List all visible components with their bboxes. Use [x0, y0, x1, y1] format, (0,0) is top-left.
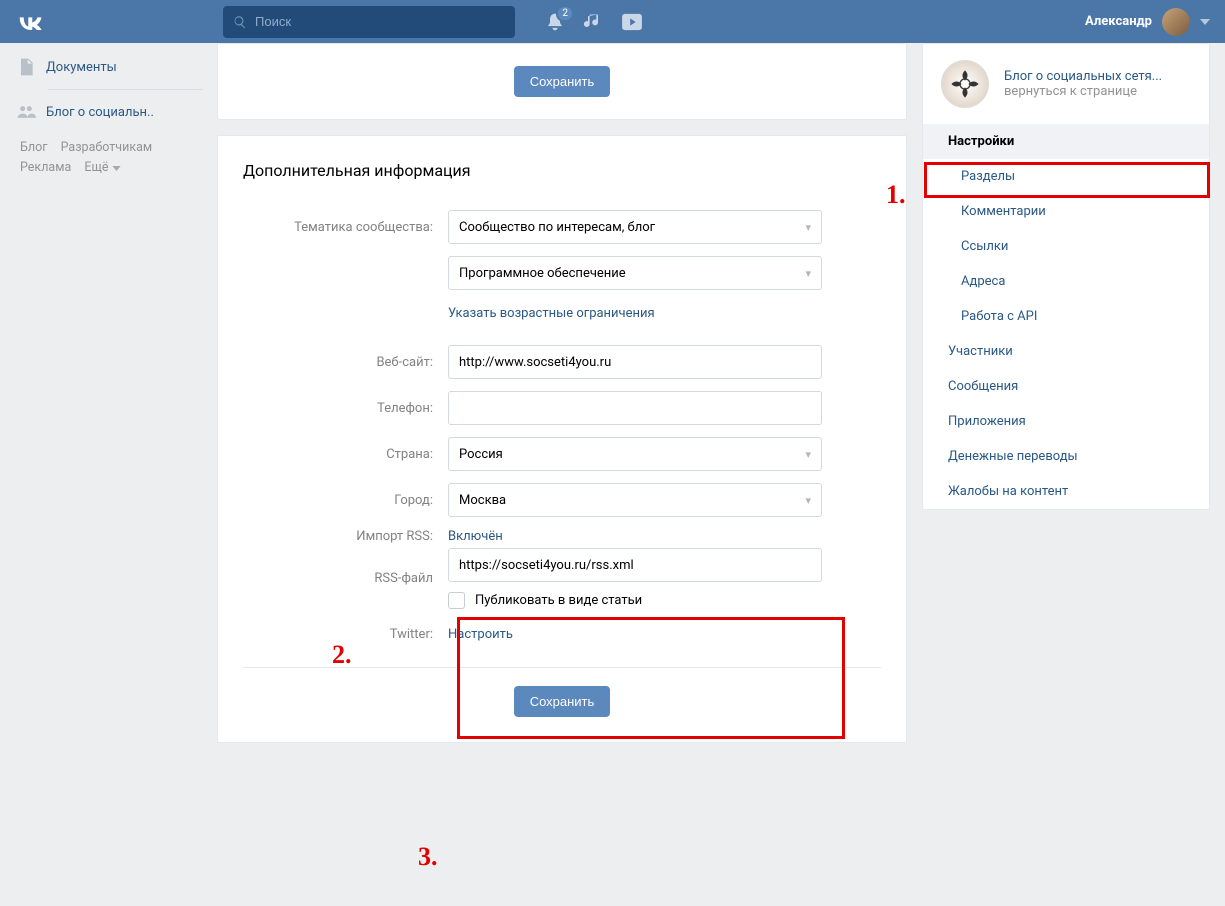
label-website: Веб-сайт: — [243, 355, 448, 370]
search-input[interactable] — [255, 14, 505, 29]
footer-links: Блог Разработчикам Реклама Ещё — [10, 128, 217, 178]
divider — [48, 89, 203, 90]
chevron-down-icon — [112, 166, 121, 171]
nav-item-money[interactable]: Денежные переводы — [923, 439, 1209, 474]
footer-link-devs[interactable]: Разработчикам — [61, 140, 153, 155]
save-button-top[interactable]: Сохранить — [514, 66, 611, 97]
people-icon — [16, 102, 36, 122]
document-icon — [16, 57, 36, 77]
rss-file-input[interactable] — [448, 548, 822, 582]
chevron-down-icon: ▾ — [805, 494, 811, 507]
chevron-down-icon: ▾ — [805, 267, 811, 280]
music-button[interactable] — [583, 12, 603, 32]
sidebar-item-blog[interactable]: Блог о социальн.. — [10, 96, 217, 128]
nav-item-links[interactable]: Ссылки — [923, 229, 1209, 264]
label-topic: Тематика сообщества: — [243, 220, 448, 235]
nav-item-complaints[interactable]: Жалобы на контент — [923, 474, 1209, 509]
divider — [243, 667, 881, 668]
publish-article-label: Публиковать в виде статьи — [475, 593, 642, 608]
community-logo-icon — [941, 60, 989, 108]
user-name: Александр — [1085, 14, 1152, 29]
sidebar-item-label: Документы — [46, 60, 117, 75]
community-title: Блог о социальных сетя... — [1004, 69, 1162, 84]
sidebar-item-documents[interactable]: Документы — [10, 51, 217, 83]
main-column: Сохранить Дополнительная информация Тема… — [217, 43, 907, 758]
select-value: Программное обеспечение — [459, 266, 626, 281]
nav-item-messages[interactable]: Сообщения — [923, 369, 1209, 404]
notifications-button[interactable]: 2 — [545, 12, 565, 32]
label-phone: Телефон: — [243, 401, 448, 416]
topbar: 2 Александр — [0, 0, 1225, 43]
nav-item-comments[interactable]: Комментарии — [923, 194, 1209, 229]
chevron-down-icon: ▾ — [805, 448, 811, 461]
section-title: Дополнительная информация — [243, 161, 881, 180]
website-input[interactable] — [448, 345, 822, 379]
nav-item-members[interactable]: Участники — [923, 334, 1209, 369]
select-value: Москва — [459, 493, 506, 508]
label-city: Город: — [243, 493, 448, 508]
nav-item-settings[interactable]: Настройки — [923, 124, 1209, 159]
video-button[interactable] — [621, 13, 643, 31]
age-restriction-link[interactable]: Указать возрастные ограничения — [448, 306, 655, 321]
select-topic1[interactable]: Сообщество по интересам, блог ▾ — [448, 210, 822, 244]
sidebar-item-label: Блог о социальн.. — [46, 105, 154, 120]
footer-link-blog[interactable]: Блог — [20, 140, 47, 155]
twitter-config-link[interactable]: Настроить — [448, 627, 513, 642]
footer-link-more[interactable]: Ещё — [84, 158, 120, 178]
footer-link-ads[interactable]: Реклама — [20, 160, 71, 175]
settings-nav: Настройки Разделы Комментарии Ссылки Адр… — [923, 124, 1209, 509]
video-icon — [621, 13, 643, 31]
select-topic2[interactable]: Программное обеспечение ▾ — [448, 256, 822, 290]
user-menu[interactable]: Александр — [1085, 8, 1210, 36]
notification-badge: 2 — [556, 5, 574, 22]
select-country[interactable]: Россия ▾ — [448, 437, 822, 471]
vk-logo-icon[interactable] — [16, 14, 44, 30]
chevron-down-icon: ▾ — [805, 221, 811, 234]
publish-article-checkbox[interactable] — [448, 592, 465, 609]
community-subtitle: вернуться к странице — [1004, 84, 1162, 99]
label-rss-import: Импорт RSS: — [243, 529, 448, 544]
phone-input[interactable] — [448, 391, 822, 425]
nav-item-addresses[interactable]: Адреса — [923, 264, 1209, 299]
left-sidebar: Документы Блог о социальн.. Блог Разрабо… — [0, 43, 217, 758]
chevron-down-icon — [1200, 19, 1210, 25]
label-twitter: Twitter: — [243, 627, 448, 642]
select-city[interactable]: Москва ▾ — [448, 483, 822, 517]
save-card-top: Сохранить — [217, 43, 907, 120]
nav-item-apps[interactable]: Приложения — [923, 404, 1209, 439]
select-value: Сообщество по интересам, блог — [459, 220, 655, 235]
right-sidebar: Блог о социальных сетя... вернуться к ст… — [922, 43, 1210, 758]
rss-enabled-link[interactable]: Включён — [448, 529, 503, 544]
search-icon — [233, 15, 247, 29]
label-country: Страна: — [243, 447, 448, 462]
select-value: Россия — [459, 447, 503, 462]
settings-card: Дополнительная информация Тематика сообщ… — [217, 135, 907, 743]
community-header[interactable]: Блог о социальных сетя... вернуться к ст… — [923, 44, 1209, 124]
nav-item-sections[interactable]: Разделы — [923, 159, 1209, 194]
search-box[interactable] — [223, 6, 515, 38]
label-rss-file: RSS-файл — [243, 571, 448, 586]
avatar — [1162, 8, 1190, 36]
nav-item-api[interactable]: Работа с API — [923, 299, 1209, 334]
annotation-label-3: 3. — [418, 842, 438, 872]
save-button-bottom[interactable]: Сохранить — [514, 686, 611, 717]
music-icon — [583, 12, 603, 32]
